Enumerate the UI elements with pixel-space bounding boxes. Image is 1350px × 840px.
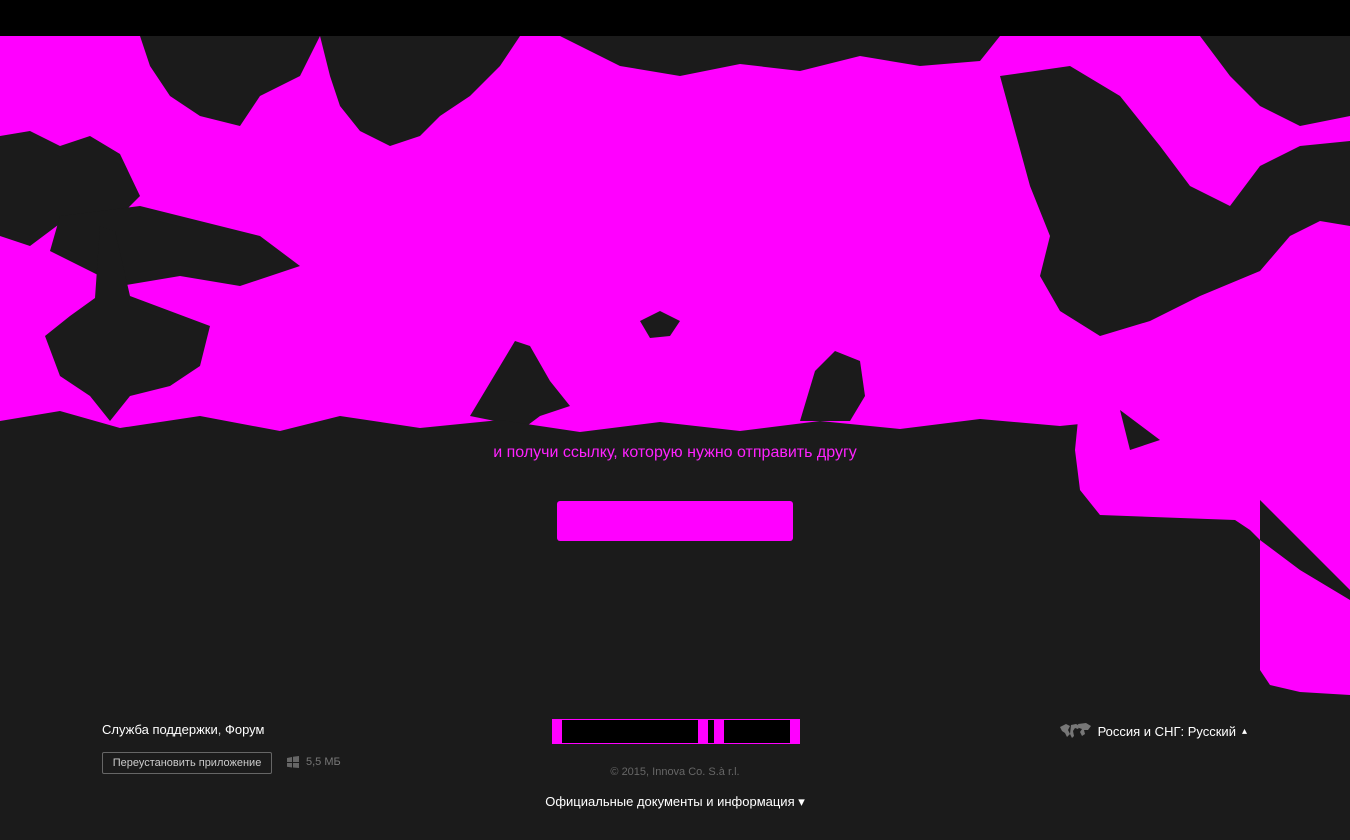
page: и получи ссылку, которую нужно отправить… bbox=[0, 0, 1350, 840]
decorative-shape bbox=[1075, 370, 1350, 695]
forum-link[interactable]: Форум bbox=[225, 722, 265, 737]
support-link[interactable]: Служба поддержки bbox=[102, 722, 218, 737]
chevron-down-icon: ▾ bbox=[798, 794, 805, 809]
social-buttons bbox=[552, 719, 800, 744]
social-divider bbox=[708, 720, 714, 743]
official-docs-label[interactable]: Официальные документы и информация bbox=[545, 794, 794, 809]
region-label: Россия и СНГ: Русский bbox=[1097, 723, 1236, 739]
globe-icon bbox=[1058, 722, 1092, 740]
social-button-right[interactable] bbox=[724, 720, 790, 743]
region-selector[interactable]: Россия и СНГ: Русский ▴ bbox=[1058, 722, 1247, 740]
get-link-button[interactable] bbox=[557, 501, 793, 541]
official-docs-link[interactable]: Официальные документы и информация ▾ bbox=[0, 794, 1350, 810]
footer-links: Служба поддержки, Форум bbox=[102, 722, 264, 737]
links-separator: , bbox=[217, 722, 222, 737]
copyright-text: © 2015, Innova Co. S.à r.l. bbox=[610, 766, 740, 778]
invite-description: и получи ссылку, которую нужно отправить… bbox=[493, 444, 857, 461]
social-button-left[interactable] bbox=[562, 720, 698, 743]
chevron-up-icon: ▴ bbox=[1241, 725, 1247, 737]
top-bar bbox=[0, 0, 1350, 36]
